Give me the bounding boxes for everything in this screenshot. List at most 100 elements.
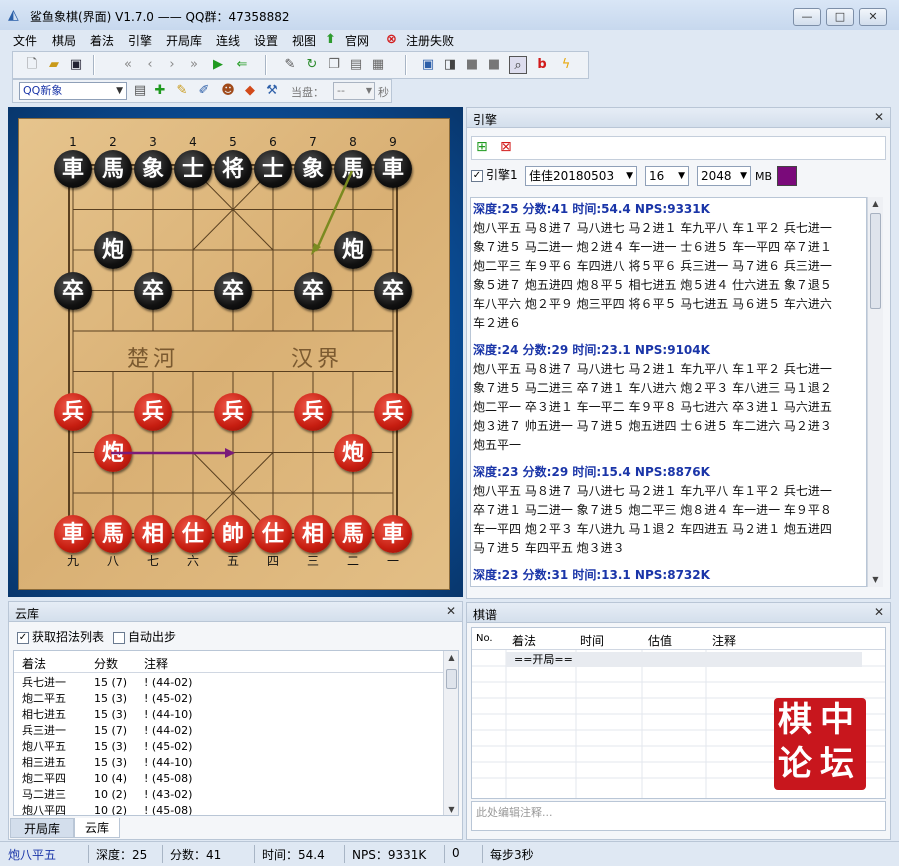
black-piece[interactable]: 卒 (374, 271, 412, 310)
red-piece[interactable]: 兵 (214, 393, 252, 431)
cloud-move-row[interactable]: 炮二平四 10 (4) ! (45-08) (14, 771, 444, 787)
close-icon[interactable]: ✕ (874, 110, 884, 124)
tab-cloud[interactable]: 云库 (74, 818, 120, 838)
menu-settings[interactable]: 设置 (254, 32, 278, 49)
menu-connect[interactable]: 连线 (216, 32, 240, 49)
cloud-move-row[interactable]: 炮八平五 15 (3) ! (45-02) (14, 739, 444, 755)
add-engine-icon[interactable]: ⊞ (476, 139, 488, 155)
copy-icon[interactable]: ❐ (325, 56, 343, 74)
prev-move-icon[interactable]: ‹ (141, 56, 159, 74)
header-notation-move[interactable]: 着法 (512, 632, 536, 649)
scroll-up-icon[interactable]: ▲ (444, 651, 458, 665)
get-moves-checkbox[interactable]: ✓ (17, 631, 29, 644)
header-comment[interactable]: 注释 (144, 655, 168, 672)
paste-icon[interactable]: ▤ (347, 56, 365, 74)
b-icon[interactable]: b (533, 56, 551, 74)
last-move-icon[interactable]: » (185, 56, 203, 74)
cloud-move-row[interactable]: 马二进三 10 (2) ! (43-02) (14, 787, 444, 803)
engine-enable-checkbox[interactable]: ✓ (471, 169, 483, 182)
header-score[interactable]: 分数 (94, 655, 118, 672)
red-piece[interactable]: 車 (54, 514, 92, 553)
scroll-thumb[interactable] (870, 213, 881, 309)
engine-color-swatch[interactable] (777, 166, 797, 186)
menu-engine[interactable]: 引擎 (128, 32, 152, 49)
maximize-button[interactable]: □ (826, 8, 854, 26)
xiangqi-board[interactable]: 123456789 九八七六五四三二一 楚河 汉界 車馬象士将士象馬車炮炮卒卒卒… (18, 118, 450, 590)
wand-icon[interactable]: ⚒ (263, 82, 281, 100)
red-piece[interactable]: 相 (294, 514, 332, 553)
close-icon[interactable]: ✕ (446, 604, 456, 618)
red-piece[interactable]: 兵 (134, 393, 172, 431)
magnifier-icon[interactable]: ⌕ (509, 56, 527, 74)
play-icon[interactable]: ▶ (209, 56, 227, 74)
pen-icon[interactable]: ✐ (195, 82, 213, 100)
back-arrow-icon[interactable]: ⇐ (233, 56, 251, 74)
black-piece[interactable]: 象 (294, 150, 332, 188)
menu-game[interactable]: 棋局 (52, 32, 76, 49)
menu-opening-book[interactable]: 开局库 (166, 32, 202, 49)
close-button[interactable]: ✕ (859, 8, 887, 26)
red-piece[interactable]: 仕 (254, 514, 292, 553)
header-no[interactable]: No. (476, 633, 493, 644)
time-select[interactable]: -- ▼ (333, 82, 375, 100)
red-piece[interactable]: 仕 (174, 514, 212, 553)
red-piece[interactable]: 兵 (374, 393, 412, 431)
black-piece[interactable]: 炮 (334, 231, 372, 269)
red-piece[interactable]: 相 (134, 514, 172, 553)
threads-select[interactable]: 16 ▼ (645, 166, 689, 186)
menu-file[interactable]: 文件 (13, 32, 37, 49)
panel-icon[interactable]: ◨ (441, 56, 459, 74)
clipboard-icon[interactable]: ▦ (369, 56, 387, 74)
notation-start-row[interactable]: ==开局== (506, 652, 862, 667)
scroll-up-icon[interactable]: ▲ (868, 197, 883, 211)
layout-icon[interactable]: ▣ (419, 56, 437, 74)
close-icon[interactable]: ✕ (874, 605, 884, 619)
cloud-move-row[interactable]: 兵七进一 15 (7) ! (44-02) (14, 675, 444, 691)
cloud-move-row[interactable]: 炮八平四 10 (2) ! (45-08) (14, 803, 444, 815)
black-piece[interactable]: 車 (54, 150, 92, 188)
red-piece[interactable]: 馬 (334, 514, 372, 553)
black-piece[interactable]: 士 (174, 150, 212, 188)
tab-opening-book[interactable]: 开局库 (10, 818, 74, 838)
edit-icon[interactable]: ✎ (281, 56, 299, 74)
cloud-scrollbar[interactable]: ▲ ▼ (443, 651, 458, 815)
auto-move-option[interactable]: 自动出步 (113, 628, 176, 645)
scroll-thumb[interactable] (446, 669, 457, 689)
black-piece[interactable]: 車 (374, 150, 412, 188)
person-icon[interactable]: ☻ (219, 82, 237, 100)
remove-engine-icon[interactable]: ⊠ (500, 139, 512, 155)
opening-book-select[interactable]: QQ新象 ▼ (19, 82, 127, 100)
cloud-move-row[interactable]: 兵三进一 15 (7) ! (44-02) (14, 723, 444, 739)
cloud-move-row[interactable]: 相三进五 15 (3) ! (44-10) (14, 755, 444, 771)
open-folder-icon[interactable]: ▰ (45, 56, 63, 74)
black-piece[interactable]: 将 (214, 150, 252, 188)
lightning-icon[interactable]: ϟ (557, 56, 575, 74)
red-piece[interactable]: 炮 (94, 433, 132, 472)
minimize-button[interactable]: — (793, 8, 821, 26)
menu-register-failed[interactable]: 注册失败 (406, 32, 454, 49)
black-piece[interactable]: 士 (254, 150, 292, 188)
engine-output-scrollbar[interactable]: ▲ ▼ (867, 197, 883, 587)
scroll-down-icon[interactable]: ▼ (444, 803, 458, 815)
add-icon[interactable]: ✚ (151, 82, 169, 100)
scroll-down-icon[interactable]: ▼ (868, 573, 883, 587)
menu-moves[interactable]: 着法 (90, 32, 114, 49)
black-piece[interactable]: 馬 (94, 150, 132, 188)
gray-box-icon[interactable]: ■ (463, 56, 481, 74)
eraser-icon[interactable]: ◆ (241, 82, 259, 100)
red-piece[interactable]: 馬 (94, 514, 132, 553)
book-icon[interactable]: ▤ (131, 82, 149, 100)
red-piece[interactable]: 兵 (294, 393, 332, 431)
engine-enable[interactable]: ✓ 引擎1 (471, 166, 518, 183)
cloud-move-row[interactable]: 炮二平五 15 (3) ! (45-02) (14, 691, 444, 707)
note-icon[interactable]: ✎ (173, 82, 191, 100)
engine-select[interactable]: 佳佳20180503 ▼ (525, 166, 637, 186)
red-piece[interactable]: 兵 (54, 393, 92, 431)
header-move[interactable]: 着法 (22, 655, 46, 672)
red-piece[interactable]: 車 (374, 514, 412, 553)
menu-official-site[interactable]: 官网 (345, 32, 369, 49)
get-moves-option[interactable]: ✓ 获取招法列表 (17, 628, 104, 645)
new-file-icon[interactable]: 🗋 (23, 56, 41, 74)
save-icon[interactable]: ▣ (67, 56, 85, 74)
black-piece[interactable]: 卒 (294, 271, 332, 310)
